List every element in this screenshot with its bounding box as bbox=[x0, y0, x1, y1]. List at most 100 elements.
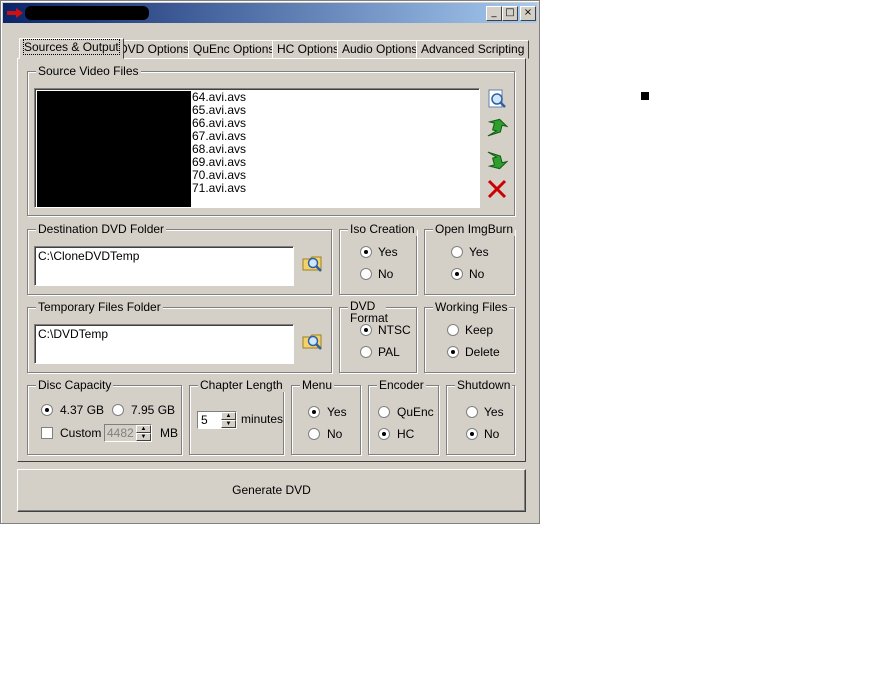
browse-folder-icon[interactable] bbox=[302, 252, 324, 274]
hc-radio[interactable] bbox=[378, 428, 390, 440]
source-files-list[interactable]: 64.avi.avs 65.avi.avs 66.avi.avs 67.avi.… bbox=[34, 88, 480, 208]
tab-hc-options[interactable]: HC Options bbox=[272, 40, 345, 59]
temporary-folder-value: C:\DVDTemp bbox=[38, 327, 109, 341]
iso-yes-label: Yes bbox=[378, 245, 398, 259]
list-item[interactable]: 71.avi.avs bbox=[192, 182, 246, 195]
tab-label: DVD Options bbox=[119, 42, 190, 56]
spin-up-button[interactable]: ▲ bbox=[221, 412, 236, 420]
menu-no-radio[interactable] bbox=[308, 428, 320, 440]
group-label: Working Files bbox=[433, 300, 510, 314]
group-label: Iso Creation bbox=[348, 222, 417, 236]
pal-label: PAL bbox=[378, 345, 400, 359]
group-label: Shutdown bbox=[455, 378, 513, 392]
spin-down-button[interactable]: ▼ bbox=[136, 433, 151, 441]
ntsc-label: NTSC bbox=[378, 323, 411, 337]
move-down-icon[interactable] bbox=[486, 148, 508, 170]
group-label: Disc Capacity bbox=[36, 378, 114, 392]
shutdown-yes-radio[interactable] bbox=[466, 406, 478, 418]
tab-quenc-options[interactable]: QuEnc Options bbox=[188, 40, 280, 59]
custom-capacity-unit: MB bbox=[160, 426, 178, 440]
iso-no-label: No bbox=[378, 267, 394, 281]
tab-label: QuEnc Options bbox=[193, 42, 275, 56]
chapter-length-spinner[interactable]: 5 ▲ ▼ bbox=[197, 411, 237, 429]
custom-capacity-label: Custom bbox=[60, 426, 102, 440]
title-bar[interactable]: _ □ × bbox=[3, 3, 537, 23]
menu-group: Menu Yes No bbox=[291, 378, 361, 455]
tab-sources-output[interactable]: Sources & Output bbox=[19, 38, 124, 59]
group-label: Chapter Length bbox=[198, 378, 285, 392]
keep-radio[interactable] bbox=[447, 324, 459, 336]
spin-down-button[interactable]: ▼ bbox=[221, 420, 236, 428]
capacity-795-label: 7.95 GB bbox=[131, 403, 176, 417]
minimize-button[interactable]: _ bbox=[486, 6, 502, 21]
maximize-button[interactable]: □ bbox=[502, 6, 518, 21]
capacity-795-radio[interactable] bbox=[112, 404, 124, 416]
spin-up-button[interactable]: ▲ bbox=[136, 425, 151, 433]
open-imgburn-group: Open ImgBurn Yes No bbox=[424, 222, 516, 295]
app-arrow-icon bbox=[7, 8, 23, 18]
keep-label: Keep bbox=[465, 323, 494, 337]
temporary-folder-input[interactable]: C:\DVDTemp bbox=[34, 324, 294, 364]
redacted-filenames bbox=[37, 91, 191, 207]
browse-folder-icon[interactable] bbox=[302, 330, 324, 352]
group-label: Encoder bbox=[377, 378, 426, 392]
chapter-length-unit: minutes bbox=[241, 412, 284, 426]
quenc-label: QuEnc bbox=[397, 405, 434, 419]
menu-yes-label: Yes bbox=[327, 405, 347, 419]
main-window: _ □ × Sources & Output DVD Options QuEnc… bbox=[0, 0, 540, 524]
hc-label: HC bbox=[397, 427, 415, 441]
add-file-icon[interactable] bbox=[486, 88, 508, 110]
menu-yes-radio[interactable] bbox=[308, 406, 320, 418]
tab-audio-options[interactable]: Audio Options bbox=[337, 40, 423, 59]
pal-radio[interactable] bbox=[360, 346, 372, 358]
group-label: Source Video Files bbox=[36, 64, 141, 78]
capacity-437-label: 4.37 GB bbox=[60, 403, 105, 417]
tab-advanced-scripting[interactable]: Advanced Scripting bbox=[416, 40, 530, 59]
redacted-title bbox=[25, 6, 149, 20]
delete-label: Delete bbox=[465, 345, 500, 359]
shutdown-yes-label: Yes bbox=[484, 405, 504, 419]
iso-creation-group: Iso Creation Yes No bbox=[339, 222, 417, 295]
iso-yes-radio[interactable] bbox=[360, 246, 372, 258]
group-label: Temporary Files Folder bbox=[36, 300, 163, 314]
tab-label: Audio Options bbox=[342, 42, 418, 56]
tab-panel-sources-output: Source Video Files 64.avi.avs 65.avi.avs… bbox=[17, 58, 526, 462]
source-video-files-group: Source Video Files 64.avi.avs 65.avi.avs… bbox=[27, 64, 515, 216]
imgburn-yes-label: Yes bbox=[469, 245, 489, 259]
tab-label: Sources & Output bbox=[23, 39, 120, 55]
imgburn-no-label: No bbox=[469, 267, 485, 281]
imgburn-no-radio[interactable] bbox=[451, 268, 463, 280]
move-up-icon[interactable] bbox=[486, 118, 508, 140]
ntsc-radio[interactable] bbox=[360, 324, 372, 336]
group-label: Menu bbox=[300, 378, 335, 392]
destination-folder-group: Destination DVD Folder C:\CloneDVDTemp bbox=[27, 222, 332, 295]
chapter-length-value: 5 bbox=[201, 413, 208, 427]
dvd-format-group: DVD Format NTSC PAL bbox=[339, 300, 417, 373]
delete-radio[interactable] bbox=[447, 346, 459, 358]
group-label: Open ImgBurn bbox=[433, 222, 516, 236]
imgburn-yes-radio[interactable] bbox=[451, 246, 463, 258]
group-label: DVD Format bbox=[348, 299, 389, 325]
shutdown-no-radio[interactable] bbox=[466, 428, 478, 440]
destination-folder-input[interactable]: C:\CloneDVDTemp bbox=[34, 246, 294, 286]
shutdown-group: Shutdown Yes No bbox=[446, 378, 515, 455]
encoder-group: Encoder QuEnc HC bbox=[368, 378, 439, 455]
group-label: Destination DVD Folder bbox=[36, 222, 167, 236]
stray-marker bbox=[641, 92, 649, 100]
tab-dvd-options[interactable]: DVD Options bbox=[114, 40, 195, 59]
capacity-437-radio[interactable] bbox=[41, 404, 53, 416]
custom-capacity-spinner[interactable]: 4482 ▲ ▼ bbox=[104, 424, 152, 442]
disc-capacity-group: Disc Capacity 4.37 GB 7.95 GB Custom 448… bbox=[27, 378, 182, 455]
custom-capacity-checkbox[interactable] bbox=[41, 427, 53, 439]
custom-capacity-value: 4482 bbox=[107, 426, 134, 440]
temporary-folder-group: Temporary Files Folder C:\DVDTemp bbox=[27, 300, 332, 373]
iso-no-radio[interactable] bbox=[360, 268, 372, 280]
remove-icon[interactable] bbox=[486, 178, 508, 200]
working-files-group: Working Files Keep Delete bbox=[424, 300, 515, 373]
quenc-radio[interactable] bbox=[378, 406, 390, 418]
generate-dvd-button[interactable]: Generate DVD bbox=[17, 469, 526, 512]
tab-label: Advanced Scripting bbox=[421, 42, 525, 56]
chapter-length-group: Chapter Length 5 ▲ ▼ minutes bbox=[189, 378, 285, 455]
close-button[interactable]: × bbox=[520, 6, 536, 21]
destination-folder-value: C:\CloneDVDTemp bbox=[38, 249, 140, 263]
